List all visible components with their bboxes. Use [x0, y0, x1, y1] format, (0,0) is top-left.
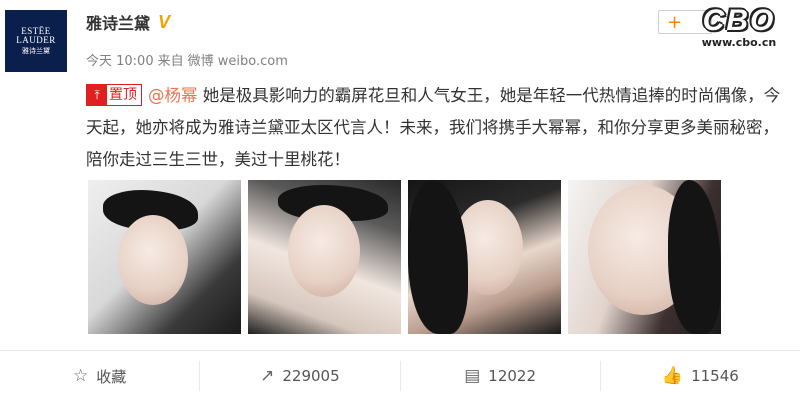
watermark-url: www.cbo.cn [701, 36, 777, 49]
favorite-button[interactable]: ☆ 收藏 [0, 361, 201, 391]
pinned-label: 置顶 [109, 87, 137, 103]
repost-count: 229005 [282, 367, 340, 385]
post-text: ⤒ 置顶 @杨幂 她是极具影响力的霸屏花旦和人气女王，她是年轻一代热情追捧的时尚… [86, 80, 786, 176]
author-row: 雅诗兰黛 V [86, 10, 170, 34]
avatar-line-3: 雅诗兰黛 [22, 46, 50, 55]
verified-icon[interactable]: V [158, 12, 170, 33]
comment-count: 12022 [488, 367, 537, 385]
like-count: 11546 [691, 367, 739, 385]
like-button[interactable]: 👍 11546 [601, 361, 800, 391]
post-time[interactable]: 今天 10:00 [86, 50, 154, 69]
source-prefix: 来自 [157, 54, 184, 69]
photo-1[interactable] [88, 180, 241, 334]
repost-button[interactable]: ↗ 229005 [200, 361, 401, 391]
post-source[interactable]: 微博 weibo.com [188, 50, 288, 69]
watermark-logo: CBO [702, 4, 776, 37]
favorite-label: 收藏 [96, 367, 127, 386]
mention-link[interactable]: @杨幂 [148, 86, 198, 105]
pin-icon: ⤒ [87, 85, 107, 105]
photo-2[interactable] [248, 180, 401, 334]
photo-4[interactable] [568, 180, 721, 334]
pinned-badge: ⤒ 置顶 [86, 84, 142, 106]
author-name[interactable]: 雅诗兰黛 [86, 10, 150, 34]
comment-icon: ▤ [464, 366, 481, 386]
watermark: CBO www.cbo.cn [680, 4, 798, 60]
star-icon: ☆ [72, 366, 89, 386]
action-bar: ☆ 收藏 ↗ 229005 ▤ 12022 👍 11546 [0, 351, 800, 400]
avatar-line-2: LAUDER [16, 35, 56, 46]
repost-icon: ↗ [260, 366, 275, 386]
comment-button[interactable]: ▤ 12022 [401, 361, 601, 391]
photo-grid [88, 180, 721, 334]
photo-3[interactable] [408, 180, 561, 334]
avatar[interactable]: ESTĒE LAUDER 雅诗兰黛 [5, 10, 67, 72]
thumbs-up-icon: 👍 [661, 366, 684, 386]
post-meta: 今天 10:00 来自 微博 weibo.com [86, 50, 288, 69]
